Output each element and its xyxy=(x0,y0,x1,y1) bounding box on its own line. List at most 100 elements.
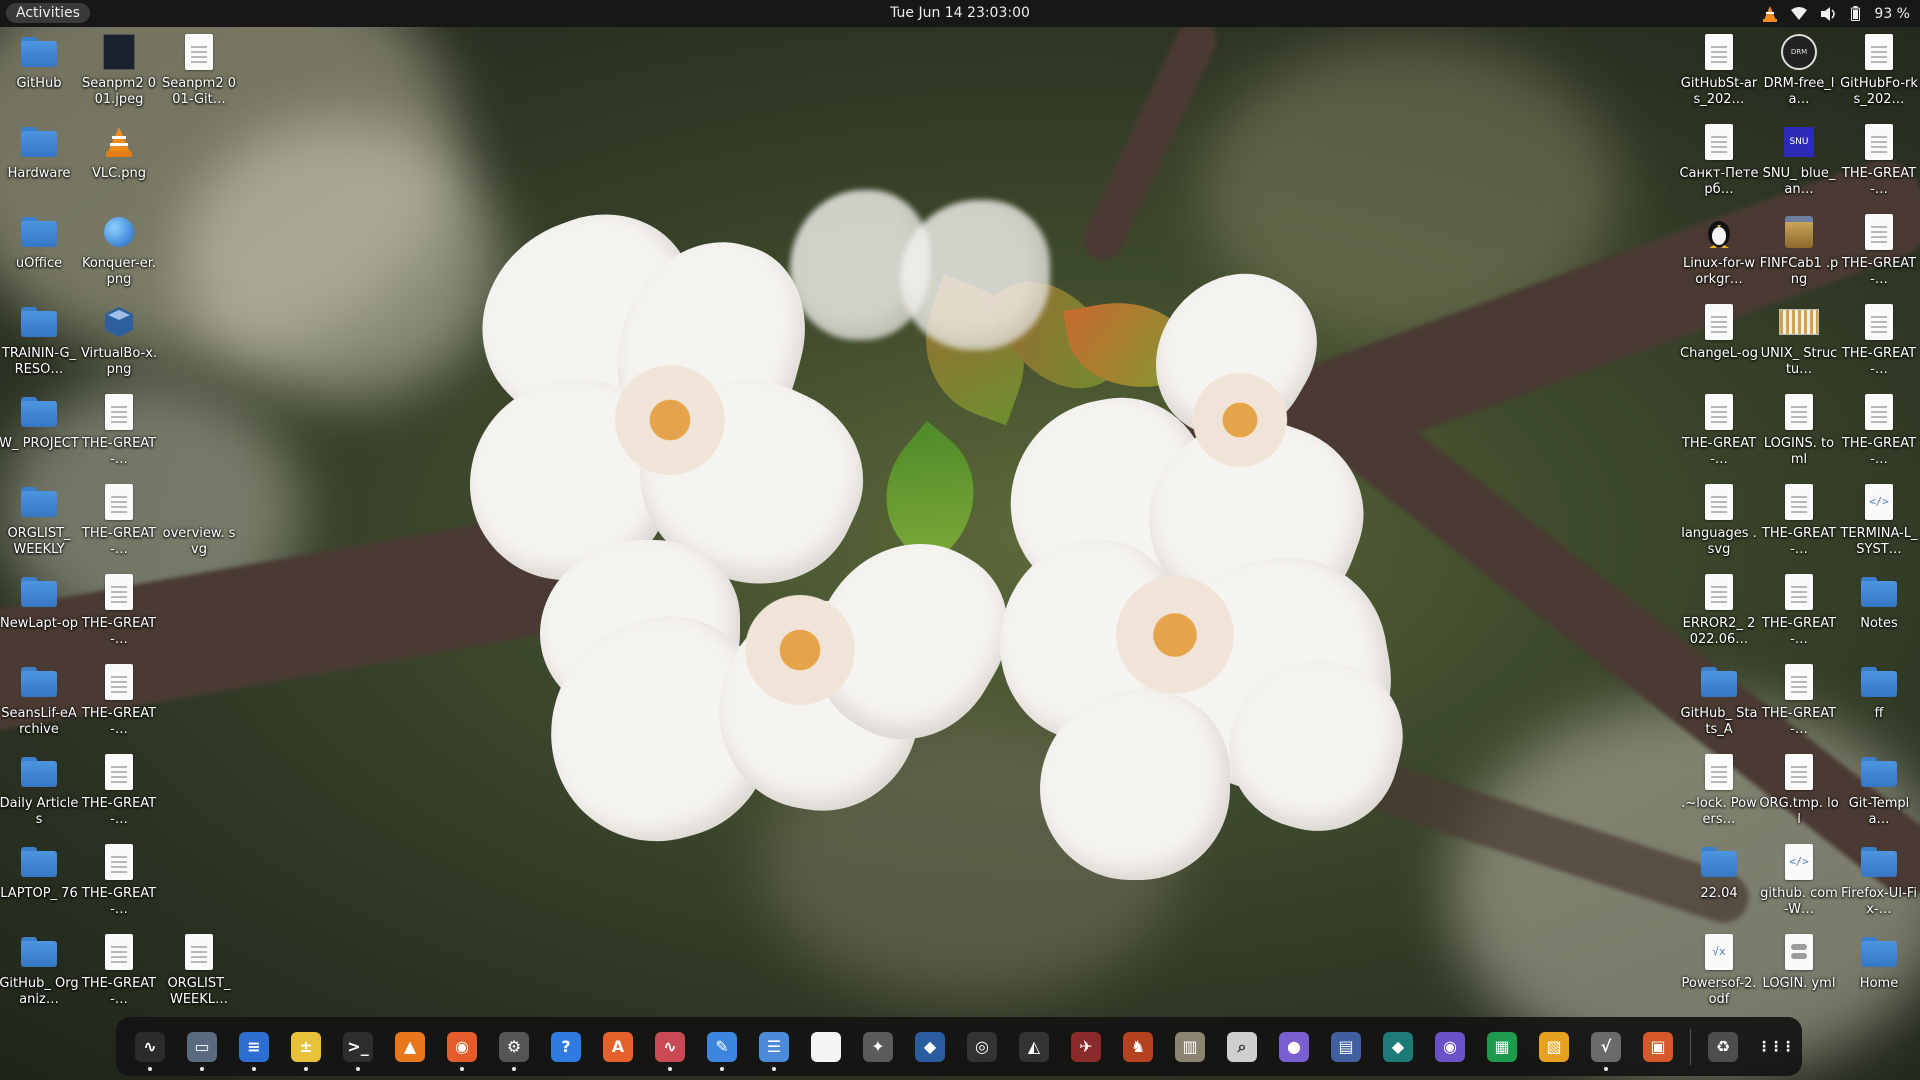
desktop-icon[interactable]: Konquer-er.png xyxy=(79,210,159,288)
dock-item-trash[interactable]: ♻ xyxy=(1697,1021,1749,1073)
dock-item-activity-monitor[interactable]: ∿ xyxy=(644,1021,696,1073)
desktop-icon[interactable]: THE-GREAT-… xyxy=(79,480,159,558)
volume-icon[interactable] xyxy=(1821,6,1837,21)
desktop-icon[interactable]: </> TERMINA-L_SYST… xyxy=(1839,480,1919,558)
dock-item-firefox[interactable]: ◉ xyxy=(436,1021,488,1073)
desktop-icon[interactable]: GitHubSt-ars_202… xyxy=(1679,30,1759,108)
desktop-icon[interactable]: .~lock. Powers… xyxy=(1679,750,1759,828)
desktop-icon[interactable]: overview. svg xyxy=(159,480,239,558)
desktop-icon[interactable]: GitHub_ Organiz… xyxy=(0,930,79,1008)
desktop-icon[interactable]: LOGINS. toml xyxy=(1759,390,1839,468)
dock-item-notes[interactable]: ✎ xyxy=(696,1021,748,1073)
dock-item-virtualbox[interactable]: ◆ xyxy=(904,1021,956,1073)
desktop-icon[interactable]: ORG.tmp. lol xyxy=(1759,750,1839,828)
desktop-icon[interactable]: THE-GREAT-… xyxy=(1839,390,1919,468)
dock-item-presentation[interactable]: ▧ xyxy=(1528,1021,1580,1073)
dock-item-spreadsheet[interactable]: ▦ xyxy=(1476,1021,1528,1073)
desktop-icon[interactable]: Linux-for-workgr… xyxy=(1679,210,1759,288)
dock-item-camera[interactable]: ◎ xyxy=(956,1021,1008,1073)
battery-icon[interactable] xyxy=(1851,6,1861,21)
desktop-icon[interactable]: </> github. com-W… xyxy=(1759,840,1839,918)
wifi-icon[interactable] xyxy=(1791,6,1808,21)
desktop-icon[interactable]: THE-GREAT-… xyxy=(79,660,159,738)
dock-item-app-store[interactable]: A xyxy=(592,1021,644,1073)
desktop-icon-label: Hardware xyxy=(7,166,71,181)
dock-item-game-car[interactable]: ✈ xyxy=(1060,1021,1112,1073)
desktop-icon[interactable]: LAPTOP_ 76 xyxy=(0,840,79,902)
desktop-icon[interactable]: languages .svg xyxy=(1679,480,1759,558)
desktop-icon[interactable]: THE-GREAT-… xyxy=(79,750,159,828)
dock-item-system-monitor[interactable]: ∿ xyxy=(124,1021,176,1073)
dock-item-calculator[interactable]: ± xyxy=(280,1021,332,1073)
desktop-icon[interactable]: Git-Templa… xyxy=(1839,750,1919,828)
desktop-icon[interactable]: Санкт-Петерб… xyxy=(1679,120,1759,198)
desktop-icon[interactable]: ORGLIST_ WEEKLY xyxy=(0,480,79,558)
dock-item-vlc[interactable]: ▲ xyxy=(384,1021,436,1073)
dock-item-settings[interactable]: ⚙ xyxy=(488,1021,540,1073)
desktop-icon[interactable]: Home xyxy=(1839,930,1919,992)
battery-percent[interactable]: 93 % xyxy=(1874,6,1910,22)
desktop-icon[interactable]: Seanpm2 001-Git… xyxy=(159,30,239,108)
desktop-icon[interactable]: Seanpm2 001.jpeg xyxy=(79,30,159,108)
desktop-icon[interactable]: Notes xyxy=(1839,570,1919,632)
desktop-icon[interactable]: Daily Articles xyxy=(0,750,79,828)
dock-item-math-formula[interactable]: √ xyxy=(1580,1021,1632,1073)
desktop-icon[interactable]: VLC.png xyxy=(79,120,159,182)
desktop-icon[interactable]: SeansLif-eArchive xyxy=(0,660,79,738)
desktop-icon[interactable]: 22.04 xyxy=(1679,840,1759,902)
dock-item-impress[interactable]: ▣ xyxy=(1632,1021,1684,1073)
dock-item-help[interactable]: ? xyxy=(540,1021,592,1073)
dock-item-search[interactable]: ⌕ xyxy=(1216,1021,1268,1073)
desktop-icon[interactable]: FINFCab1 .png xyxy=(1759,210,1839,288)
desktop-icon[interactable]: THE-GREAT-… xyxy=(1839,120,1919,198)
desktop-icon[interactable]: ERROR2_ 2022.06… xyxy=(1679,570,1759,648)
desktop-icon[interactable]: GitHub_ Stats_A xyxy=(1679,660,1759,738)
folder-icon-shape xyxy=(1861,847,1897,877)
dock-item-obs[interactable]: ◉ xyxy=(1424,1021,1476,1073)
desktop-icon[interactable]: GitHub xyxy=(0,30,79,92)
dock-item-archive[interactable]: ▥ xyxy=(1164,1021,1216,1073)
desktop-icon[interactable]: uOffice xyxy=(0,210,79,272)
desktop-icon[interactable]: THE-GREAT-… xyxy=(1759,570,1839,648)
desktop-icon[interactable]: LOGIN. yml xyxy=(1759,930,1839,992)
desktop-icon[interactable]: THE-GREAT-… xyxy=(1759,660,1839,738)
desktop-icon[interactable]: THE-GREAT-… xyxy=(79,840,159,918)
dock-item-book[interactable]: ▤ xyxy=(1320,1021,1372,1073)
clock[interactable]: Tue Jun 14 23:03:00 xyxy=(0,0,1920,27)
desktop-icon[interactable]: THE-GREAT-… xyxy=(1839,210,1919,288)
desktop-icon[interactable]: THE-GREAT-… xyxy=(1679,390,1759,468)
desktop-icon[interactable]: THE-GREAT-… xyxy=(79,930,159,1008)
desktop-icon[interactable]: THE-GREAT-… xyxy=(1759,480,1839,558)
desktop-icon[interactable]: NewLapt-op xyxy=(0,570,79,632)
desktop-icon[interactable]: THE-GREAT-… xyxy=(1839,300,1919,378)
desktop-icon[interactable]: TRAININ-G_RESO… xyxy=(0,300,79,378)
desktop-icon[interactable]: SNU SNU_ blue_an… xyxy=(1759,120,1839,198)
dock-item-tweaks[interactable]: ☰ xyxy=(748,1021,800,1073)
desktop-icon[interactable]: Firefox-UI-Fix-… xyxy=(1839,840,1919,918)
dock-item-app-grid[interactable]: ⋮⋮⋮ xyxy=(1749,1021,1801,1073)
dock-item-color-picker[interactable]: ● xyxy=(1268,1021,1320,1073)
desktop-icon[interactable]: DRM DRM-free_la… xyxy=(1759,30,1839,108)
dock-item-game-character[interactable]: ♞ xyxy=(1112,1021,1164,1073)
dock-item-gimp[interactable]: ✦ xyxy=(852,1021,904,1073)
desktop-icon[interactable]: Hardware xyxy=(0,120,79,182)
desktop-icon[interactable]: W_ PROJECT xyxy=(0,390,79,452)
dock-item-text-editor[interactable]: ≡ xyxy=(228,1021,280,1073)
dock-item-terminal[interactable]: >_ xyxy=(332,1021,384,1073)
desktop-icon[interactable]: VirtualBo-x.png xyxy=(79,300,159,378)
desktop-icon[interactable]: UNIX_ Structu… xyxy=(1759,300,1839,378)
desktop-icon[interactable]: √x Powersof-2.odf xyxy=(1679,930,1759,1008)
dock-item-blank-document[interactable] xyxy=(800,1021,852,1073)
desktop-icon[interactable]: THE-GREAT-… xyxy=(79,390,159,468)
dock-item-files[interactable]: ▭ xyxy=(176,1021,228,1073)
desktop-icon[interactable]: THE-GREAT-… xyxy=(79,570,159,648)
vlc-cone-icon[interactable] xyxy=(1763,5,1778,22)
desktop-icon[interactable]: ff xyxy=(1839,660,1919,722)
desktop-icon[interactable]: ChangeL-og xyxy=(1679,300,1759,362)
system-tray[interactable]: 93 % xyxy=(1763,0,1910,27)
dock-item-education[interactable]: ◆ xyxy=(1372,1021,1424,1073)
desktop-icon[interactable]: ORGLIST_ WEEKL… xyxy=(159,930,239,1008)
folder-icon-shape xyxy=(21,37,57,67)
dock-item-inkscape[interactable]: ◭ xyxy=(1008,1021,1060,1073)
desktop-icon[interactable]: GitHubFo-rks_202… xyxy=(1839,30,1919,108)
